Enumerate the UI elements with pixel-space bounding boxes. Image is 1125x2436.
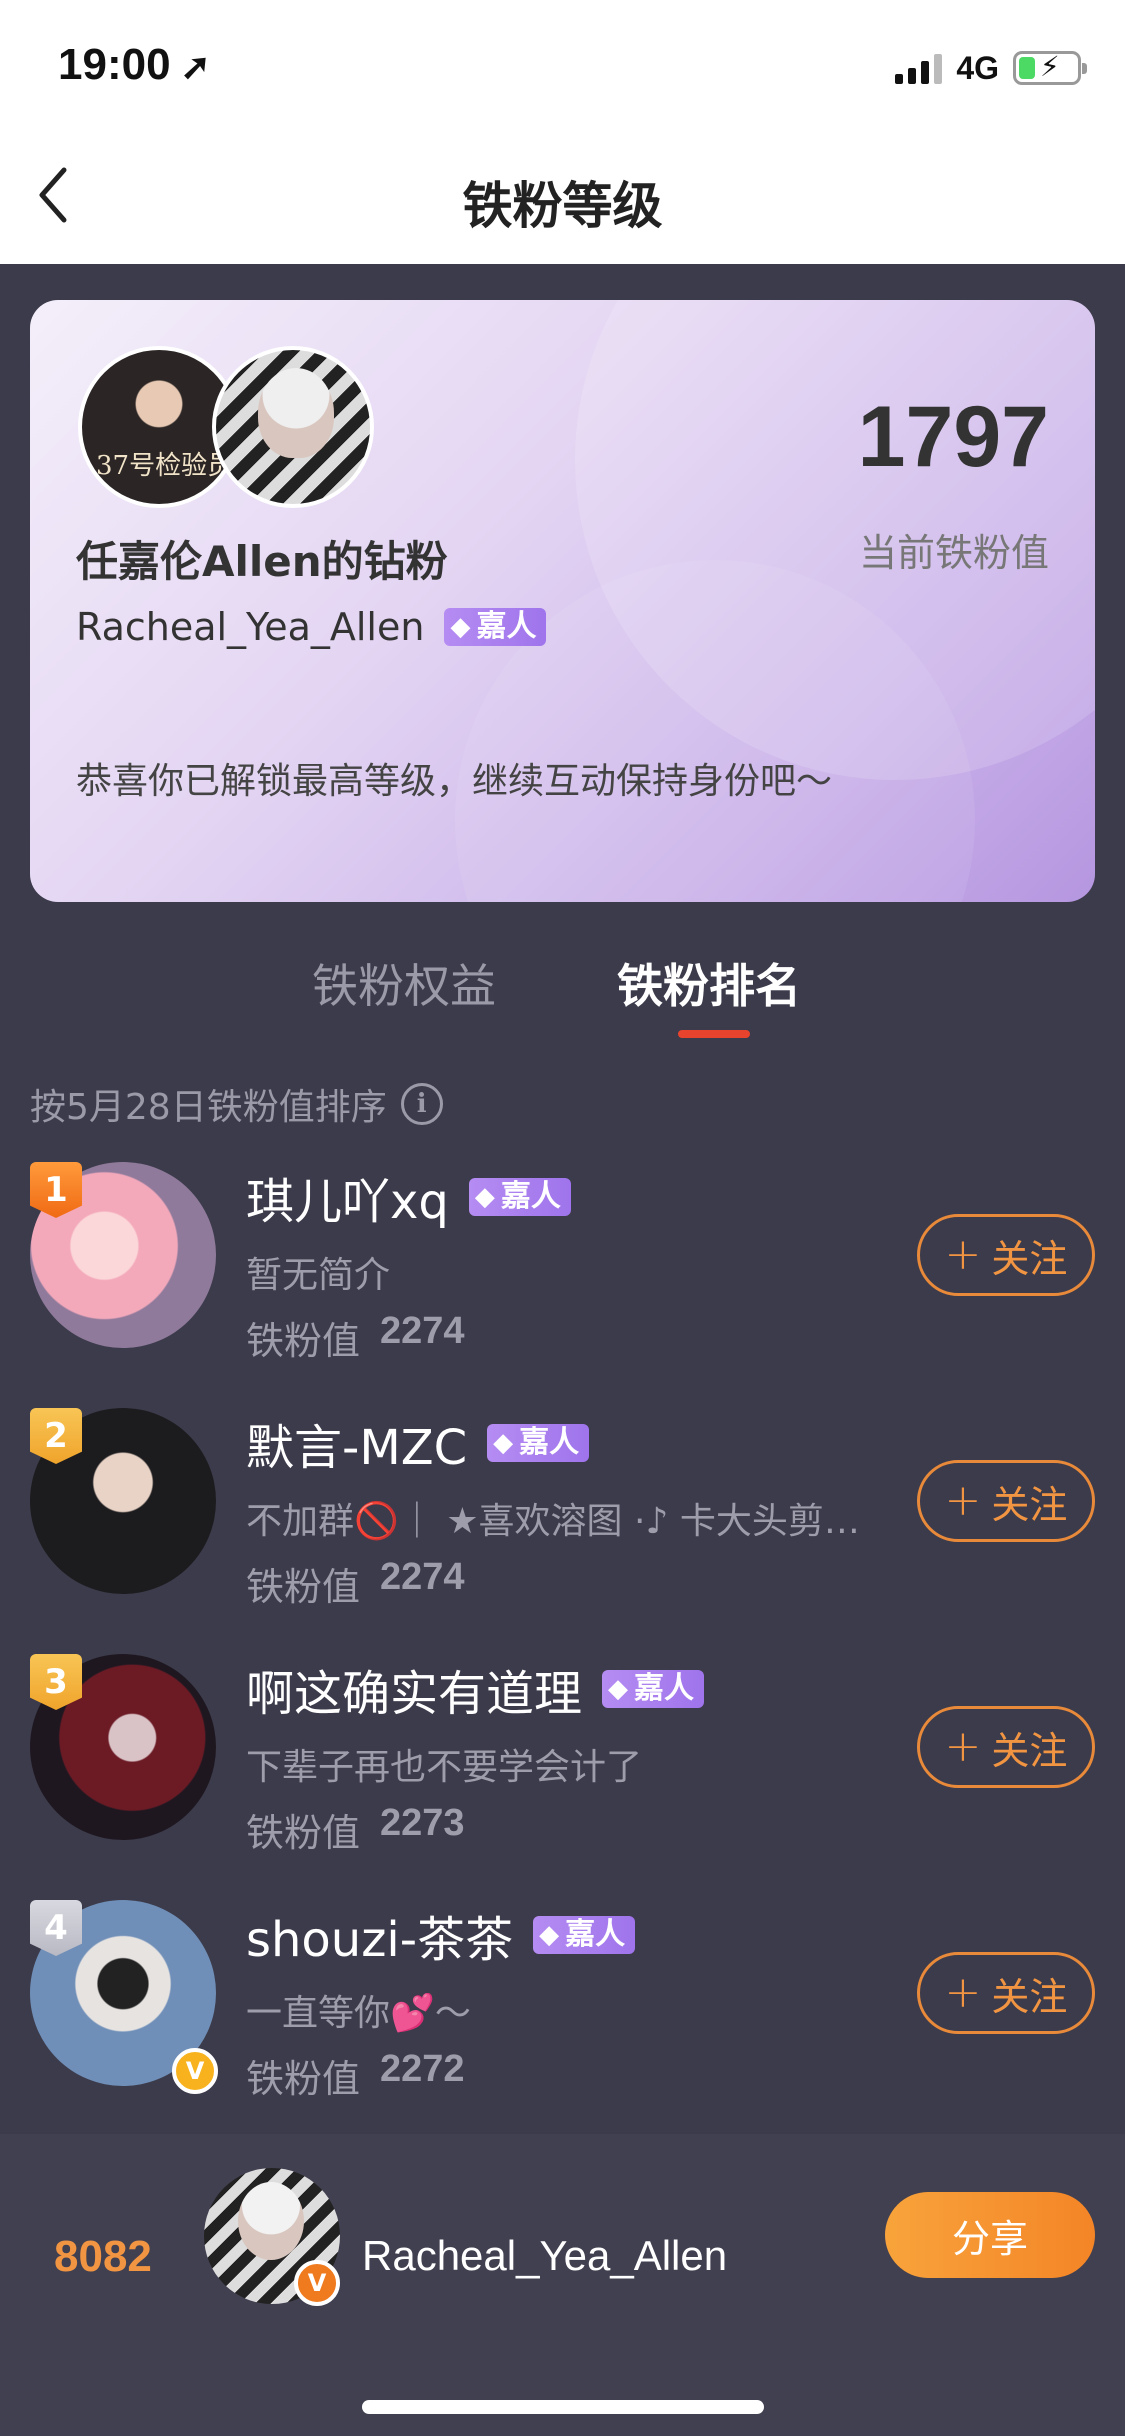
verified-v-icon: V xyxy=(294,2260,340,2306)
ranking-name-row: shouzi-茶茶 ◆ 嘉人 xyxy=(246,1900,636,1970)
ranking-description: 暂无简介 xyxy=(246,1255,391,1296)
battery-icon: ⚡ xyxy=(1013,50,1087,85)
fan-level-card: 37号检验员 1797 当前铁粉值 任嘉伦Allen的钻粉 Racheal_Ye… xyxy=(30,300,1095,902)
follow-button[interactable]: + 关注 xyxy=(917,1214,1095,1296)
ranking-description: 不加群🚫｜ ★喜欢溶图 ·♪ 卡大头剪… xyxy=(246,1501,860,1542)
diamond-icon: ◆ xyxy=(493,1428,514,1458)
ranking-name[interactable]: 琪儿吖xq xyxy=(246,1162,449,1232)
my-username: Racheal_Yea_Allen xyxy=(362,2232,728,2279)
ranking-name[interactable]: shouzi-茶茶 xyxy=(246,1900,513,1970)
verified-v-icon: V xyxy=(172,2048,218,2094)
home-indicator[interactable] xyxy=(362,2400,764,2414)
ranking-row[interactable]: 1 琪儿吖xq ◆ 嘉人 暂无简介 铁粉值 2274 + 关注 xyxy=(0,1162,1125,1363)
diamond-icon: ◆ xyxy=(450,612,471,642)
fan-badge: ◆ 嘉人 xyxy=(533,1916,636,1954)
ranking-name[interactable]: 默言-MZC xyxy=(246,1408,467,1478)
sort-note: 按5月28日铁粉值排序 i xyxy=(30,1078,443,1130)
diamond-icon: ◆ xyxy=(608,1674,629,1704)
fan-score: 1797 xyxy=(857,389,1049,485)
follow-button[interactable]: + 关注 xyxy=(917,1460,1095,1542)
fan-badge: ◆ 嘉人 xyxy=(602,1670,705,1708)
follow-button[interactable]: + 关注 xyxy=(917,1706,1095,1788)
fan-badge: ◆ 嘉人 xyxy=(487,1424,590,1462)
ranking-value: 铁粉值 2274 xyxy=(246,1556,465,1609)
ranking-value: 铁粉值 2272 xyxy=(246,2048,465,2101)
plus-icon: + xyxy=(944,1229,982,1280)
active-tab-indicator xyxy=(678,1030,750,1038)
fan-level-title: 任嘉伦Allen的钻粉 xyxy=(76,537,448,586)
ranking-name-row: 琪儿吖xq ◆ 嘉人 xyxy=(246,1162,571,1232)
follow-button[interactable]: + 关注 xyxy=(917,1952,1095,2034)
ranking-row[interactable]: 3 啊这确实有道理 ◆ 嘉人 下辈子再也不要学会计了 铁粉值 2273 + 关注 xyxy=(0,1654,1125,1855)
status-time: 19:00 ➚ xyxy=(58,40,211,89)
tab-benefits[interactable]: 铁粉权益 xyxy=(312,950,496,1016)
location-arrow-icon: ➚ xyxy=(180,46,211,87)
network-type: 4G xyxy=(956,49,999,86)
card-username-row: Racheal_Yea_Allen ◆ 嘉人 xyxy=(76,605,547,649)
fan-badge: ◆ 嘉人 xyxy=(444,608,547,646)
ranking-name-row: 默言-MZC ◆ 嘉人 xyxy=(246,1408,590,1478)
diamond-icon: ◆ xyxy=(474,1182,495,1212)
ranking-value: 铁粉值 2274 xyxy=(246,1310,465,1363)
plus-icon: + xyxy=(944,1967,982,2018)
top-header: 19:00 ➚ 4G ⚡ 铁粉等级 xyxy=(0,0,1125,264)
plus-icon: + xyxy=(944,1721,982,1772)
user-avatar[interactable] xyxy=(212,346,374,508)
status-indicators: 4G ⚡ xyxy=(895,48,1087,88)
tab-bar: 铁粉权益 铁粉排名 xyxy=(0,950,1125,1050)
ranking-name-row: 啊这确实有道理 ◆ 嘉人 xyxy=(246,1654,705,1724)
share-button[interactable]: 分享 xyxy=(885,2192,1095,2278)
plus-icon: + xyxy=(944,1475,982,1526)
ranking-description: 一直等你💕～ xyxy=(246,1993,471,2034)
congrats-message: 恭喜你已解锁最高等级，继续互动保持身份吧～ xyxy=(76,761,833,802)
info-icon[interactable]: i xyxy=(400,1083,443,1125)
page-title: 铁粉等级 xyxy=(462,177,663,235)
fan-badge: ◆ 嘉人 xyxy=(468,1178,571,1216)
ranking-row[interactable]: 4 V shouzi-茶茶 ◆ 嘉人 一直等你💕～ 铁粉值 2272 + 关注 xyxy=(0,1900,1125,2101)
diamond-icon: ◆ xyxy=(539,1920,560,1950)
fan-score-label: 当前铁粉值 xyxy=(858,531,1049,575)
tab-ranking[interactable]: 铁粉排名 xyxy=(617,950,801,1016)
ranking-row[interactable]: 2 默言-MZC ◆ 嘉人 不加群🚫｜ ★喜欢溶图 ·♪ 卡大头剪… 铁粉值 227… xyxy=(0,1408,1125,1609)
ranking-description: 下辈子再也不要学会计了 xyxy=(246,1747,643,1788)
ranking-value: 铁粉值 2273 xyxy=(246,1802,465,1855)
my-rank-number: 8082 xyxy=(54,2232,152,2281)
signal-icon xyxy=(895,52,943,84)
ranking-name[interactable]: 啊这确实有道理 xyxy=(246,1654,582,1724)
my-rank-bar: 8082 V Racheal_Yea_Allen 分享 xyxy=(0,2134,1125,2436)
card-username: Racheal_Yea_Allen xyxy=(76,605,425,649)
